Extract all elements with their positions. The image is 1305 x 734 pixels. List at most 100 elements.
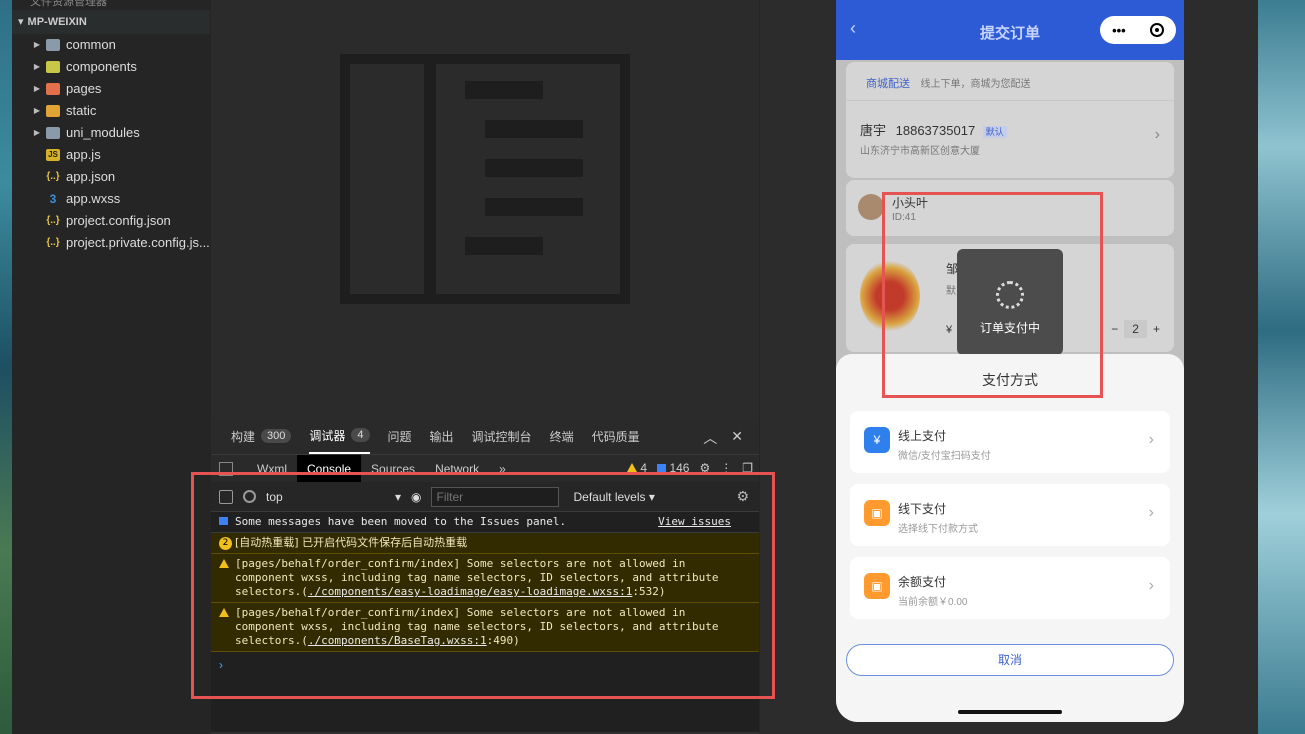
- close-icon[interactable]: ✕: [731, 428, 743, 448]
- project-name: MP-WEIXIN: [27, 16, 87, 28]
- desktop-wallpaper-left: [0, 0, 12, 734]
- order-page-content: 商城配送 线上下单，商城为您配送 唐宇 18863735017 默认 山东济宁市…: [836, 60, 1184, 722]
- chevron-down-icon: ▾: [394, 489, 401, 504]
- json-file-icon: {..}: [46, 237, 60, 248]
- more-tabs-icon[interactable]: »: [489, 455, 516, 483]
- phone-simulator: ‹ 提交订单 ••• 商城配送 线上下单，商城为您配送 唐宇 188637350…: [836, 0, 1184, 722]
- tab-problems[interactable]: 问题: [388, 418, 412, 454]
- tree-folder-pages[interactable]: ▶ pages: [30, 78, 210, 100]
- console-toolbar: top ▾ ◉ Default levels ▾ ⚙: [211, 482, 759, 512]
- tab-terminal[interactable]: 终端: [550, 418, 574, 454]
- tree-folder-common[interactable]: ▶ common: [30, 34, 210, 56]
- tab-debugger[interactable]: 调试器 4: [309, 418, 370, 454]
- message-text: :490): [486, 634, 520, 647]
- miniprogram-capsule: •••: [1100, 16, 1176, 44]
- tree-item-label: uni_modules: [66, 125, 140, 140]
- tab-debug-console[interactable]: 调试控制台: [472, 418, 532, 454]
- devtools-panel: 构建 300 调试器 4 问题 输出 调试控制台 终端 代码质量 ︿ ✕ Wxml …: [211, 418, 759, 734]
- pay-option-offline[interactable]: ▣ 线下支付 选择线下付款方式 ›: [850, 484, 1170, 546]
- console-prompt[interactable]: ›: [211, 652, 759, 672]
- pay-option-title: 余额支付: [898, 575, 947, 589]
- pay-option-desc: 当前余额￥0.00: [898, 597, 968, 608]
- sheet-title: 支付方式: [982, 372, 1038, 388]
- folder-pages-icon: [46, 83, 60, 95]
- tree-file-project-private-config[interactable]: {..} project.private.config.js...: [30, 232, 210, 254]
- warning-counter[interactable]: 4: [627, 461, 647, 475]
- default-tag: 默认: [982, 126, 1007, 138]
- wallet-icon: ▣: [864, 500, 890, 526]
- warning-icon: [627, 463, 638, 472]
- warning-icon: [219, 559, 229, 568]
- tab-code-quality[interactable]: 代码质量: [592, 418, 640, 454]
- source-link[interactable]: ./components/easy-loadimage/easy-loadima…: [308, 585, 633, 598]
- minus-button[interactable]: −: [1111, 322, 1118, 336]
- gear-icon[interactable]: ⚙: [699, 461, 710, 475]
- delivery-desc: 线上下单，商城为您配送: [920, 79, 1031, 90]
- contact-phone: 18863735017: [895, 123, 976, 138]
- gear-icon[interactable]: ⚙: [736, 488, 749, 505]
- tree-item-label: app.json: [66, 169, 116, 184]
- tree-folder-components[interactable]: ▶ components: [30, 56, 210, 78]
- tab-wxml[interactable]: Wxml: [247, 455, 297, 483]
- chevron-right-icon: ›: [1148, 431, 1154, 448]
- filter-input[interactable]: [431, 486, 560, 507]
- home-indicator: [958, 710, 1062, 714]
- message-counter[interactable]: 146: [657, 461, 689, 475]
- context-value: top: [266, 489, 283, 504]
- screen: 文件资源管理器 ▾ MP-WEIXIN ▶ common ▶ components …: [0, 0, 1305, 734]
- count-badge: 4: [351, 428, 370, 442]
- cancel-button[interactable]: 取消: [846, 644, 1174, 676]
- tree-item-label: static: [66, 103, 97, 118]
- chevron-right-icon: ▶: [33, 128, 41, 137]
- eye-icon[interactable]: ◉: [411, 490, 421, 504]
- tree-file-project-config[interactable]: {..} project.config.json: [30, 210, 210, 232]
- editor-area: [211, 0, 759, 418]
- js-file-icon: JS: [46, 149, 60, 161]
- tree-file-app-js[interactable]: JS app.js: [30, 144, 210, 166]
- tab-sources[interactable]: Sources: [361, 455, 425, 483]
- message-icon: [657, 464, 667, 472]
- console-message-warning: [pages/behalf/order_confirm/index] Some …: [211, 603, 759, 652]
- message-text: Some messages have been moved to the Iss…: [235, 515, 567, 528]
- tab-output[interactable]: 输出: [430, 418, 454, 454]
- devtools-top-tabs: 构建 300 调试器 4 问题 输出 调试控制台 终端 代码质量 ︿ ✕: [211, 418, 759, 454]
- chevron-right-icon: ▶: [33, 62, 41, 71]
- view-issues-link[interactable]: View issues: [658, 515, 731, 529]
- pay-option-balance[interactable]: ▣ 余额支付 当前余额￥0.00 ›: [850, 557, 1170, 619]
- tab-label: 输出: [429, 429, 454, 444]
- tab-console[interactable]: Console: [297, 454, 362, 483]
- pay-option-title: 线上支付: [898, 429, 947, 443]
- close-miniprogram-icon[interactable]: [1149, 23, 1164, 37]
- source-link[interactable]: ./components/BaseTag.wxss:1: [308, 634, 487, 647]
- product-price: ¥: [946, 324, 953, 336]
- json-file-icon: {..}: [46, 171, 60, 182]
- pay-option-online[interactable]: ¥ 线上支付 微信/支付宝扫码支付 ›: [850, 411, 1170, 473]
- inspect-element-icon[interactable]: [219, 461, 233, 476]
- tab-label: 调试器: [309, 428, 346, 443]
- chevron-right-icon[interactable]: ›: [1155, 126, 1160, 144]
- tab-build[interactable]: 构建 300: [231, 418, 292, 454]
- log-levels-dropdown[interactable]: Default levels ▾: [573, 490, 654, 504]
- explorer-section-header[interactable]: ▾ MP-WEIXIN: [12, 10, 210, 34]
- pay-option-desc: 选择线下付款方式: [898, 524, 978, 535]
- plus-button[interactable]: +: [1153, 322, 1160, 336]
- sidebar-toggle-icon[interactable]: [219, 489, 233, 504]
- product-image: [860, 260, 920, 332]
- quantity-value[interactable]: 2: [1124, 320, 1147, 338]
- folder-components-icon: [46, 61, 60, 73]
- more-dots-icon[interactable]: •••: [1112, 23, 1126, 38]
- tree-file-app-wxss[interactable]: 3 app.wxss: [30, 188, 210, 210]
- tab-label: 调试控制台: [471, 429, 532, 444]
- kebab-menu-icon[interactable]: ⋮: [720, 461, 732, 475]
- repeat-count-badge: 2: [219, 537, 232, 550]
- tree-file-app-json[interactable]: {..} app.json: [30, 166, 210, 188]
- tree-folder-static[interactable]: ▶ static: [30, 100, 210, 122]
- tree-folder-uni-modules[interactable]: ▶ uni_modules: [30, 122, 210, 144]
- context-select[interactable]: top ▾: [266, 490, 401, 504]
- tab-network[interactable]: Network: [425, 455, 489, 483]
- delivery-tab[interactable]: 商城配送: [866, 78, 910, 90]
- folder-static-icon: [46, 105, 60, 117]
- undock-icon[interactable]: ❐: [742, 461, 753, 475]
- clear-console-icon[interactable]: [243, 490, 256, 503]
- collapse-panel-icon[interactable]: ︿: [703, 428, 717, 448]
